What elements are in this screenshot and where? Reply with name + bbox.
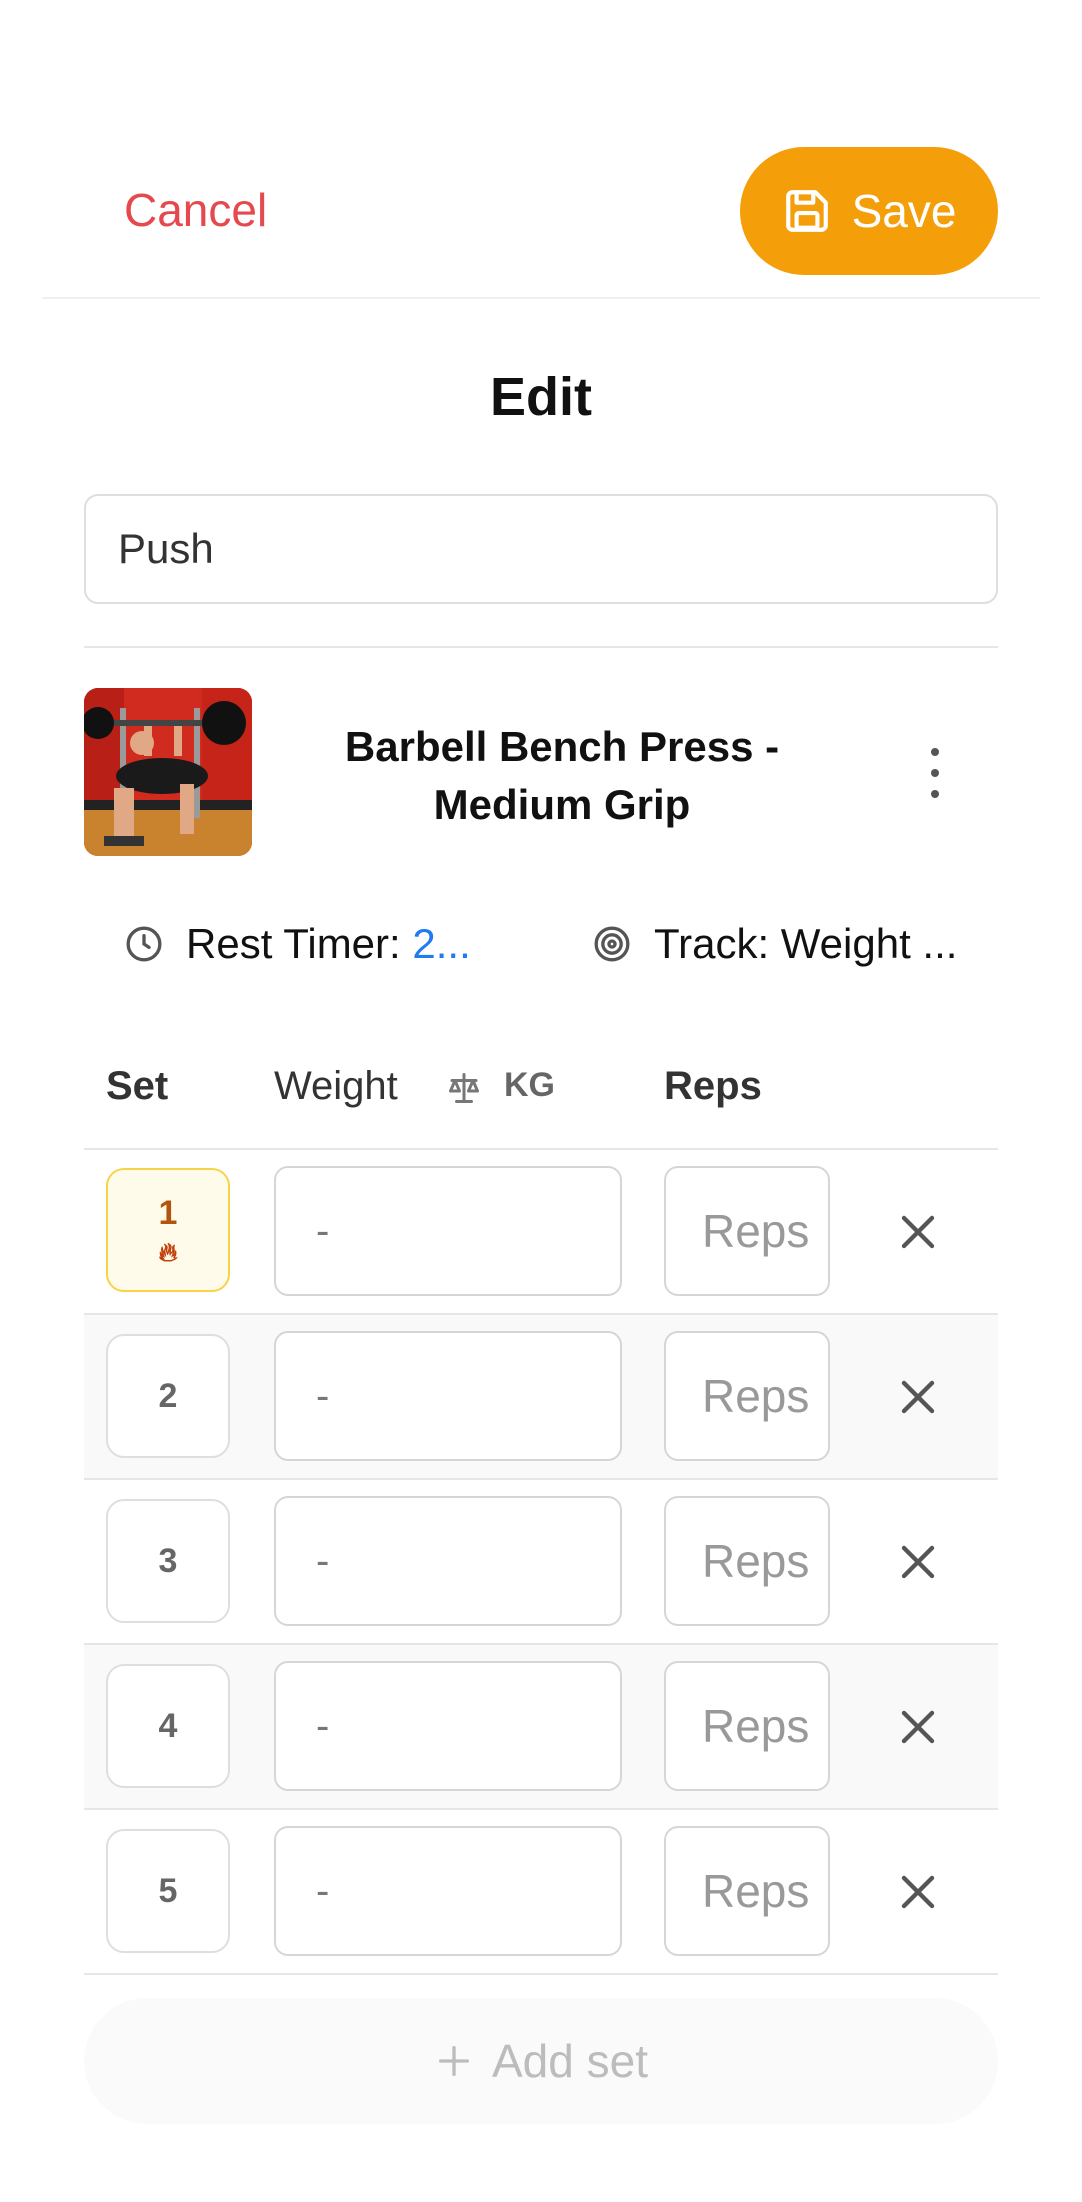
- add-set-label: Add set: [492, 2035, 648, 2087]
- reps-input[interactable]: Reps: [664, 1661, 830, 1791]
- set-number: 1: [158, 1193, 178, 1232]
- save-label: Save: [851, 185, 957, 237]
- exercise-name[interactable]: Barbell Bench Press - Medium Grip: [300, 718, 824, 834]
- set-row: 4 - Reps: [84, 1645, 998, 1810]
- column-header-weight: Weight: [274, 1064, 398, 1108]
- close-icon[interactable]: [894, 1538, 942, 1586]
- weight-input[interactable]: -: [274, 1496, 622, 1626]
- target-icon: [594, 926, 630, 962]
- column-header-set: Set: [106, 1064, 169, 1108]
- set-number: 2: [158, 1376, 178, 1415]
- rest-timer-value: 2...: [412, 920, 471, 967]
- cancel-button[interactable]: Cancel: [124, 183, 267, 237]
- reps-input[interactable]: Reps: [664, 1826, 830, 1956]
- rest-timer-button[interactable]: Rest Timer: 2...: [124, 920, 471, 968]
- weight-input[interactable]: -: [274, 1331, 622, 1461]
- clock-icon: [126, 926, 162, 962]
- weight-input[interactable]: -: [274, 1166, 622, 1296]
- set-number: 5: [158, 1871, 178, 1910]
- routine-name-input[interactable]: Push: [84, 494, 998, 604]
- reps-input[interactable]: Reps: [664, 1166, 830, 1296]
- track-type-button[interactable]: Track: Weight ...: [592, 920, 957, 968]
- plus-icon: [439, 2046, 469, 2076]
- set-number-button[interactable]: 3: [106, 1499, 230, 1623]
- set-number-button[interactable]: 5: [106, 1829, 230, 1953]
- save-icon: [785, 190, 828, 232]
- more-vertical-icon[interactable]: [918, 748, 952, 798]
- close-icon[interactable]: [894, 1703, 942, 1751]
- set-row: 2 - Reps: [84, 1315, 998, 1480]
- section-divider: [84, 646, 998, 648]
- close-icon[interactable]: [894, 1208, 942, 1256]
- close-icon[interactable]: [894, 1373, 942, 1421]
- weight-input[interactable]: -: [274, 1826, 622, 1956]
- add-set-button[interactable]: Add set: [84, 1998, 998, 2124]
- close-icon[interactable]: [894, 1868, 942, 1916]
- scale-icon: [449, 1073, 479, 1103]
- column-header-reps: Reps: [664, 1064, 762, 1108]
- track-label: Track: Weight ...: [654, 920, 958, 967]
- reps-input[interactable]: Reps: [664, 1496, 830, 1626]
- weight-input[interactable]: -: [274, 1661, 622, 1791]
- set-number: 4: [158, 1706, 178, 1745]
- header-divider: [42, 297, 1040, 299]
- save-button[interactable]: Save: [740, 147, 998, 275]
- reps-input[interactable]: Reps: [664, 1331, 830, 1461]
- flame-icon: 🔥︎: [158, 1236, 178, 1267]
- set-number-button[interactable]: 1 🔥︎: [106, 1168, 230, 1292]
- rest-timer-label: Rest Timer:: [186, 920, 413, 967]
- exercise-thumbnail[interactable]: [84, 688, 252, 856]
- set-row: 3 - Reps: [84, 1480, 998, 1645]
- set-row: 5 - Reps: [84, 1810, 998, 1975]
- set-row: 1 🔥︎ - Reps: [84, 1150, 998, 1315]
- set-number-button[interactable]: 4: [106, 1664, 230, 1788]
- weight-unit-toggle[interactable]: KG: [504, 1066, 555, 1105]
- set-number-button[interactable]: 2: [106, 1334, 230, 1458]
- page-title: Edit: [490, 367, 592, 427]
- set-number: 3: [158, 1541, 178, 1580]
